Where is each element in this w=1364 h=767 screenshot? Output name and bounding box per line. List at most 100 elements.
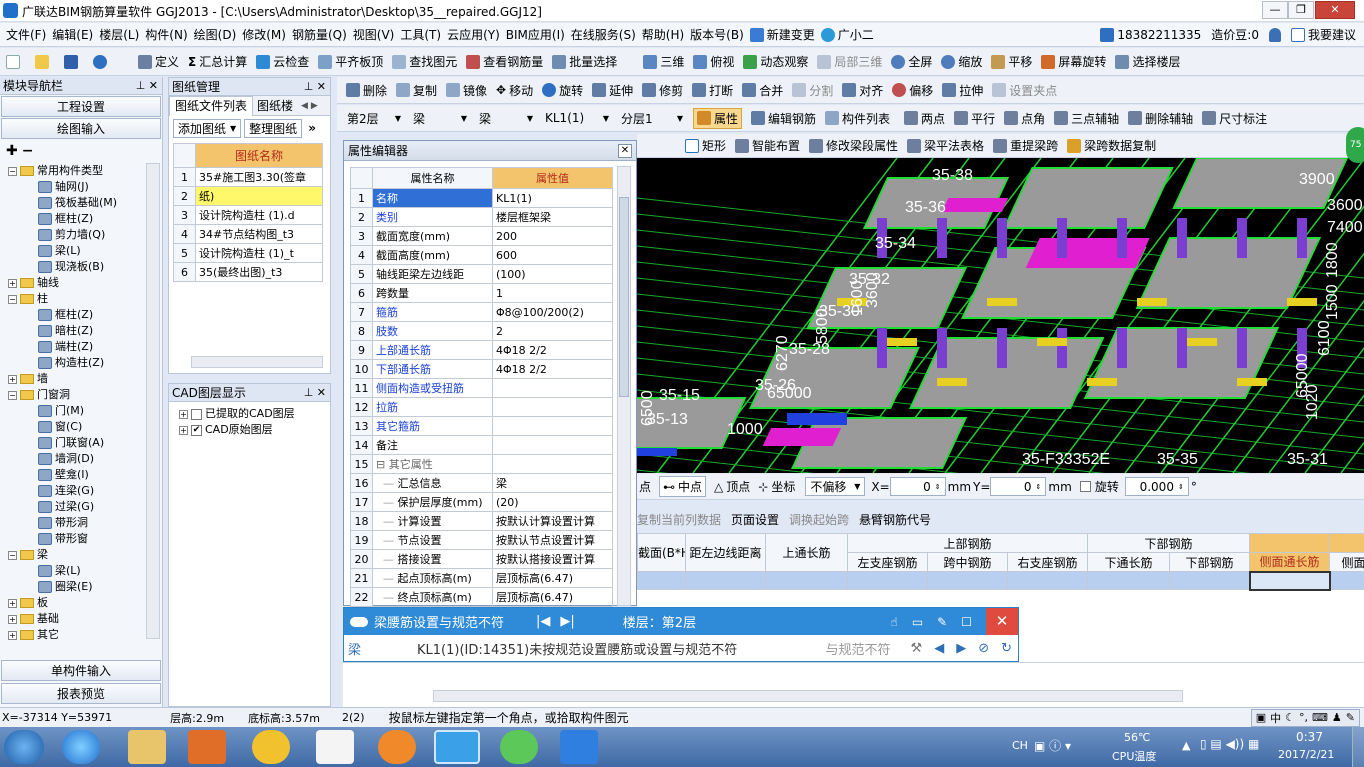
mirror-button[interactable]: 镜像 xyxy=(446,82,487,99)
tree-item[interactable]: 壁龛(I) xyxy=(8,467,162,483)
undo-icon[interactable] xyxy=(93,54,107,69)
tree-item[interactable]: − 梁 xyxy=(8,547,162,563)
menu-assistant[interactable]: 广小二 xyxy=(820,26,874,43)
taskbar-w-app[interactable] xyxy=(560,730,598,764)
drawing-name[interactable]: 35(最终出图)_t3 xyxy=(195,262,323,282)
table-row[interactable]: 9 上部通长筋 4Φ18 2/2 xyxy=(350,340,613,360)
menu-help[interactable]: 帮助(H) xyxy=(642,26,684,43)
tree-item[interactable]: + 墙 xyxy=(8,371,162,387)
tree-item[interactable]: 门(M) xyxy=(8,403,162,419)
table-row[interactable]: 16— 汇总信息梁 xyxy=(350,473,613,493)
snap-point[interactable]: 点 xyxy=(639,478,651,495)
draw-input-button[interactable]: 绘图输入 xyxy=(1,118,161,139)
drawing-hscroll[interactable] xyxy=(191,356,323,368)
3d-view-button[interactable]: 三维 xyxy=(643,53,684,70)
property-value[interactable] xyxy=(492,454,613,474)
properties-button[interactable]: 属性 xyxy=(693,107,743,129)
property-value[interactable] xyxy=(492,378,613,398)
table-row[interactable] xyxy=(637,570,1364,591)
tree-item[interactable]: − 常用构件类型 xyxy=(8,163,162,179)
clock-date[interactable]: 2017/2/21 xyxy=(1278,748,1334,761)
close-icon[interactable]: ✕ xyxy=(618,143,632,158)
table-row[interactable]: 13 其它箍筋 xyxy=(350,416,613,436)
table-row[interactable]: 14 备注 xyxy=(350,435,613,455)
collapse-icon[interactable]: − xyxy=(8,294,17,304)
ignore-icon[interactable]: ⊘ xyxy=(978,641,989,656)
move-button[interactable]: ✥ 移动 xyxy=(496,82,533,99)
table-row[interactable]: 17— 保护层厚度(mm) (20) xyxy=(350,492,613,512)
table-row[interactable]: 8 肢数 2 xyxy=(350,321,613,341)
summary-calc-button[interactable]: Σ 汇总计算 xyxy=(188,53,247,70)
tree-item[interactable]: 连梁(G) xyxy=(8,483,162,499)
rotate-input[interactable]: 0.000 ⇕ xyxy=(1124,477,1189,496)
drawing-name[interactable]: 设计院构造柱 (1).d xyxy=(195,205,323,225)
collapse-all-icon[interactable]: − xyxy=(22,143,34,159)
ime-toolbar[interactable]: ▣ 中 ☾ °, ⌨ ♟ ✎ xyxy=(1250,708,1360,727)
copy-button[interactable]: 复制 xyxy=(396,82,437,99)
table-row[interactable]: 4 截面高度(mm) 600 xyxy=(350,245,613,265)
next-warning-icon[interactable]: ▶| xyxy=(560,614,574,629)
spinner-icon[interactable]: ⇕ xyxy=(1178,483,1184,491)
collapse-icon[interactable]: − xyxy=(8,166,17,176)
dimension-button[interactable]: 尺寸标注 xyxy=(1202,110,1267,127)
table-row[interactable]: 20— 搭接设置 按默认搭接设置计算 xyxy=(350,549,613,569)
property-value[interactable] xyxy=(492,416,613,436)
drawing-name[interactable]: 34#节点结构图_t3 xyxy=(195,224,323,244)
parallel-button[interactable]: 平行 xyxy=(954,110,995,127)
table-row[interactable]: 22— 终点顶标高(m) 层顶标高(6.47) xyxy=(350,587,613,607)
cloud-check-button[interactable]: 云检查 xyxy=(256,53,309,70)
swap-start-span-button[interactable]: 调换起始跨 xyxy=(789,511,849,528)
expand-icon[interactable]: + xyxy=(179,425,188,435)
align-slab-top-button[interactable]: 平齐板顶 xyxy=(318,53,383,70)
beam-table-button[interactable]: 梁平法表格 xyxy=(907,137,984,154)
tab-scroll-icon[interactable]: ◀ ▶ xyxy=(301,101,318,111)
tree-item[interactable]: 过梁(G) xyxy=(8,499,162,515)
y-input[interactable]: 0 ⇕ xyxy=(990,477,1047,496)
project-settings-button[interactable]: 工程设置 xyxy=(1,96,161,117)
define-button[interactable]: 定义 xyxy=(138,53,179,70)
tool-icon[interactable]: ⚒ xyxy=(911,641,923,656)
property-value[interactable]: Φ8@100/200(2) xyxy=(492,302,613,322)
table-row[interactable]: 6 35(最终出图)_t3 xyxy=(173,262,323,282)
show-desktop-button[interactable] xyxy=(1352,727,1364,767)
property-value[interactable]: 4Φ18 2/2 xyxy=(492,340,613,360)
tree-item[interactable]: 门联窗(A) xyxy=(8,435,162,451)
tree-item[interactable]: 筏板基础(M) xyxy=(8,195,162,211)
layer-select[interactable]: 分层1 ▼ xyxy=(617,109,687,128)
lang-indicator[interactable]: CH xyxy=(1012,739,1028,752)
type-select-2[interactable]: 梁 ▼ xyxy=(475,109,537,128)
offset-mode-select[interactable]: 不偏移 ▼ xyxy=(805,477,866,496)
taskbar-green-app[interactable] xyxy=(500,730,538,764)
rotate-checkbox[interactable] xyxy=(1079,481,1091,492)
tree-item[interactable]: 暗柱(Z) xyxy=(8,323,162,339)
table-row[interactable]: 1 名称 KL1(1) xyxy=(350,188,613,208)
find-element-button[interactable]: 查找图元 xyxy=(392,53,457,70)
pin-close-icons[interactable]: ⊥ ✕ xyxy=(136,77,158,95)
snap-midpoint[interactable]: ⊷ 中点 xyxy=(659,476,707,497)
menu-floor[interactable]: 楼层(L) xyxy=(99,26,139,43)
prev-warning-icon[interactable]: |◀ xyxy=(536,614,550,629)
tree-scrollbar[interactable] xyxy=(146,163,160,639)
menu-new-change[interactable]: 新建变更 xyxy=(749,26,815,43)
tree-item[interactable]: 现浇板(B) xyxy=(8,259,162,275)
tree-item[interactable]: 带形窗 xyxy=(8,531,162,547)
property-value[interactable] xyxy=(492,397,613,417)
table-row[interactable]: 6 跨数量 1 xyxy=(350,283,613,303)
close-icon[interactable]: ✕ xyxy=(986,608,1018,635)
minimize-button[interactable]: — xyxy=(1262,1,1288,19)
taskbar-explorer[interactable] xyxy=(128,730,166,764)
edit-rebar-button[interactable]: 编辑钢筋 xyxy=(751,110,816,127)
tray-icons[interactable]: ▣ ⓘ ▾ xyxy=(1034,737,1071,754)
property-value[interactable]: (100) xyxy=(492,264,613,284)
open-folder-icon[interactable] xyxy=(35,54,49,69)
collapse-icon[interactable]: − xyxy=(8,550,17,560)
tree-item[interactable]: 梁(L) xyxy=(8,243,162,259)
property-value[interactable]: 按默认节点设置计算 xyxy=(492,530,613,550)
table-row[interactable]: 2 纸) xyxy=(173,186,323,206)
wrench-icon[interactable]: ✎ xyxy=(1346,711,1355,724)
cad-layer-original[interactable]: + ✔ CAD原始图层 xyxy=(169,422,330,438)
snap-vertex[interactable]: △ 顶点 xyxy=(714,478,750,495)
tab-file-list[interactable]: 图纸文件列表 xyxy=(169,95,254,116)
taskbar-app-glodon[interactable] xyxy=(62,730,100,764)
pan-button[interactable]: 平移 xyxy=(991,53,1032,70)
